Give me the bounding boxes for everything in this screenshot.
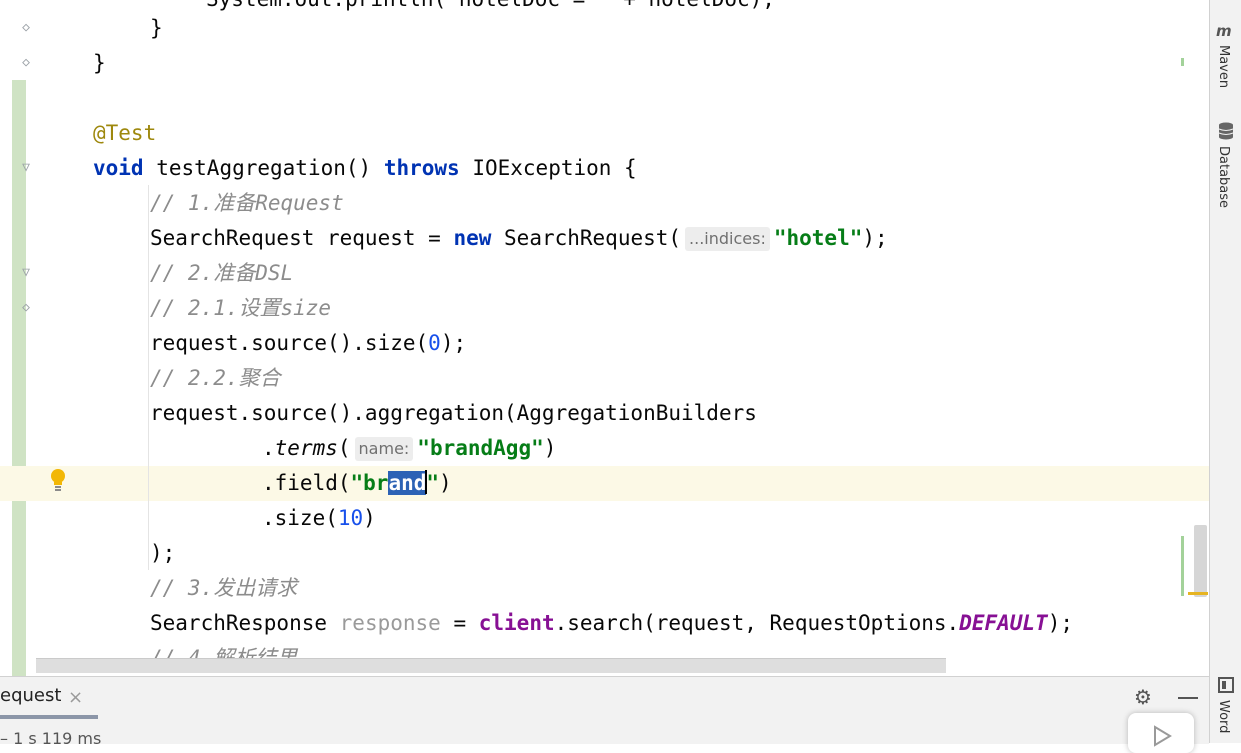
- active-tab-indicator: [0, 715, 98, 719]
- database-icon: [1218, 122, 1234, 140]
- text-selection: and: [388, 471, 427, 495]
- comment-text: // 2.准备DSL: [150, 261, 294, 285]
- test-duration: – 1 s 119 ms: [0, 729, 102, 748]
- code-line[interactable]: request.source().aggregation(Aggregation…: [0, 396, 1209, 431]
- word-tab[interactable]: Word: [1216, 700, 1231, 733]
- method-signature: void testAggregation() throws IOExceptio…: [93, 156, 637, 180]
- code-line[interactable]: // 3.发出请求: [0, 571, 1209, 606]
- code-text: SearchRequest request = new SearchReques…: [150, 226, 888, 251]
- code-line[interactable]: .terms(name: "brandAgg"): [0, 431, 1209, 466]
- annotation-text: @Test: [93, 121, 157, 145]
- maven-icon: m: [1216, 22, 1232, 40]
- change-marker: [1181, 536, 1184, 596]
- maven-tab[interactable]: Maven: [1216, 45, 1231, 88]
- code-text: .field("brand"): [262, 470, 452, 495]
- code-editor[interactable]: ◇ ◇ ▽ ▽ ◇ System.out.println("hotelDoc =…: [0, 0, 1209, 676]
- run-tool-window: equest × – 1 s 119 ms ⚙: [0, 676, 1209, 748]
- code-text: }: [150, 16, 163, 40]
- code-line[interactable]: // 2.准备DSL: [0, 256, 1209, 291]
- comment-text: // 3.发出请求: [150, 576, 298, 600]
- word-book-icon: [1218, 677, 1234, 693]
- play-icon: [1154, 725, 1172, 747]
- vertical-scrollbar-thumb[interactable]: [1194, 525, 1207, 597]
- close-icon[interactable]: ×: [68, 687, 83, 708]
- code-text: request.source().aggregation(Aggregation…: [150, 401, 757, 425]
- video-player-button[interactable]: [1128, 713, 1194, 753]
- comment-text: // 2.2.聚合: [150, 366, 281, 390]
- horizontal-scrollbar[interactable]: [36, 658, 946, 673]
- code-line[interactable]: SearchRequest request = new SearchReques…: [0, 221, 1209, 256]
- code-line[interactable]: // 2.2.聚合: [0, 361, 1209, 396]
- parameter-hint: name:: [354, 437, 414, 461]
- code-line-current[interactable]: .field("brand"): [0, 466, 1209, 501]
- gear-icon[interactable]: ⚙: [1134, 685, 1152, 709]
- code-line[interactable]: .size(10): [0, 501, 1209, 536]
- code-line[interactable]: void testAggregation() throws IOExceptio…: [0, 151, 1209, 186]
- caret-position-marker: [1188, 592, 1208, 595]
- code-text: .terms(name: "brandAgg"): [262, 436, 557, 461]
- comment-text: // 1.准备Request: [150, 191, 344, 215]
- code-text: SearchResponse response = client.search(…: [150, 611, 1073, 635]
- code-text: );: [150, 541, 176, 565]
- code-line[interactable]: SearchResponse response = client.search(…: [0, 606, 1209, 641]
- code-line[interactable]: }: [0, 46, 1209, 81]
- code-text: request.source().size(0);: [150, 331, 467, 355]
- minimize-icon[interactable]: [1178, 697, 1198, 699]
- code-text: }: [93, 51, 106, 75]
- right-tool-window-bar: m Maven Database Word: [1209, 0, 1241, 743]
- comment-text: // 2.1.设置size: [150, 296, 332, 320]
- code-line[interactable]: // 2.1.设置size: [0, 291, 1209, 326]
- code-line[interactable]: );: [0, 536, 1209, 571]
- code-line[interactable]: @Test: [0, 116, 1209, 151]
- code-line[interactable]: }: [0, 11, 1209, 46]
- code-text: .size(10): [262, 506, 376, 530]
- code-line[interactable]: // 1.准备Request: [0, 186, 1209, 221]
- database-tab[interactable]: Database: [1216, 146, 1231, 208]
- change-marker: [1181, 58, 1184, 66]
- code-line[interactable]: request.source().size(0);: [0, 326, 1209, 361]
- parameter-hint: ...indices:: [685, 227, 770, 251]
- run-tab-label[interactable]: equest: [0, 685, 61, 706]
